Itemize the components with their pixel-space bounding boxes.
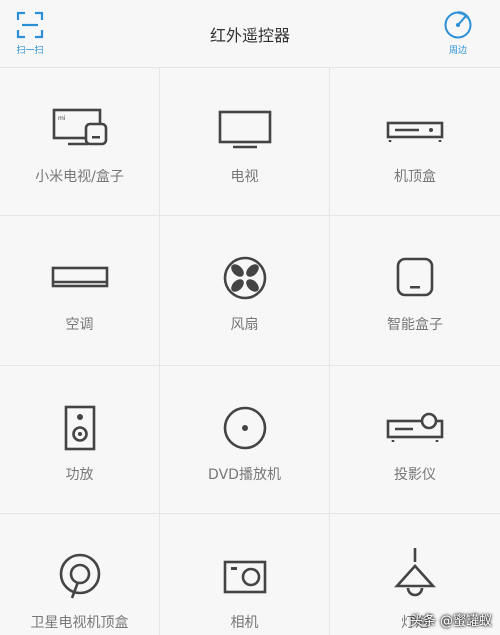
device-amplifier[interactable]: 功放 bbox=[0, 366, 160, 514]
device-set-top-box[interactable]: 机顶盒 bbox=[330, 68, 500, 216]
watermark: 头条 @蜜罐蚁 bbox=[409, 614, 492, 629]
device-tv[interactable]: 电视 bbox=[160, 68, 330, 216]
page-title: 红外遥控器 bbox=[209, 26, 290, 45]
device-label: 电视 bbox=[230, 169, 259, 185]
dvd-icon bbox=[223, 406, 266, 450]
device-fan[interactable]: 风扇 bbox=[160, 216, 330, 366]
top-bar: 扫一扫 红外遥控器 周边 bbox=[0, 0, 500, 68]
projector-icon bbox=[386, 412, 444, 442]
device-label: 风扇 bbox=[230, 317, 259, 333]
device-label: 功放 bbox=[65, 467, 94, 483]
device-smart-box[interactable]: 智能盒子 bbox=[330, 216, 500, 366]
satellite-icon bbox=[59, 553, 100, 599]
tv-icon bbox=[218, 110, 271, 149]
air-conditioner-icon bbox=[51, 266, 108, 288]
device-label: DVD播放机 bbox=[208, 467, 281, 483]
smart-box-icon bbox=[396, 257, 434, 297]
device-grid: mi 小米电视/盒子 电视 机顶盒 空调 风扇 智能盒子 功放 DVD播放机 投… bbox=[0, 68, 500, 635]
amplifier-icon bbox=[64, 405, 95, 451]
mi-tv-box-icon: mi bbox=[52, 108, 107, 146]
lamp-icon bbox=[394, 548, 436, 597]
device-label: 卫星电视机顶盒 bbox=[30, 615, 129, 631]
device-label: 投影仪 bbox=[394, 467, 436, 483]
device-air-conditioner[interactable]: 空调 bbox=[0, 216, 160, 366]
nearby-button[interactable]: 周边 bbox=[434, 10, 482, 62]
device-label: 智能盒子 bbox=[387, 317, 443, 333]
fan-icon bbox=[223, 256, 266, 300]
device-label: 相机 bbox=[230, 615, 259, 631]
device-projector[interactable]: 投影仪 bbox=[330, 366, 500, 514]
set-top-box-icon bbox=[386, 121, 444, 142]
device-mi-tv-box[interactable]: mi 小米电视/盒子 bbox=[0, 68, 160, 216]
camera-icon bbox=[223, 560, 266, 594]
device-label: 空调 bbox=[65, 317, 94, 333]
nearby-label: 周边 bbox=[448, 46, 467, 56]
device-label: 机顶盒 bbox=[394, 169, 436, 185]
device-dvd-player[interactable]: DVD播放机 bbox=[160, 366, 330, 514]
svg-text:mi: mi bbox=[58, 115, 66, 122]
device-label: 小米电视/盒子 bbox=[35, 169, 124, 185]
device-camera[interactable]: 相机 bbox=[160, 514, 330, 635]
device-satellite-box[interactable]: 卫星电视机顶盒 bbox=[0, 514, 160, 635]
radar-icon bbox=[444, 10, 472, 39]
